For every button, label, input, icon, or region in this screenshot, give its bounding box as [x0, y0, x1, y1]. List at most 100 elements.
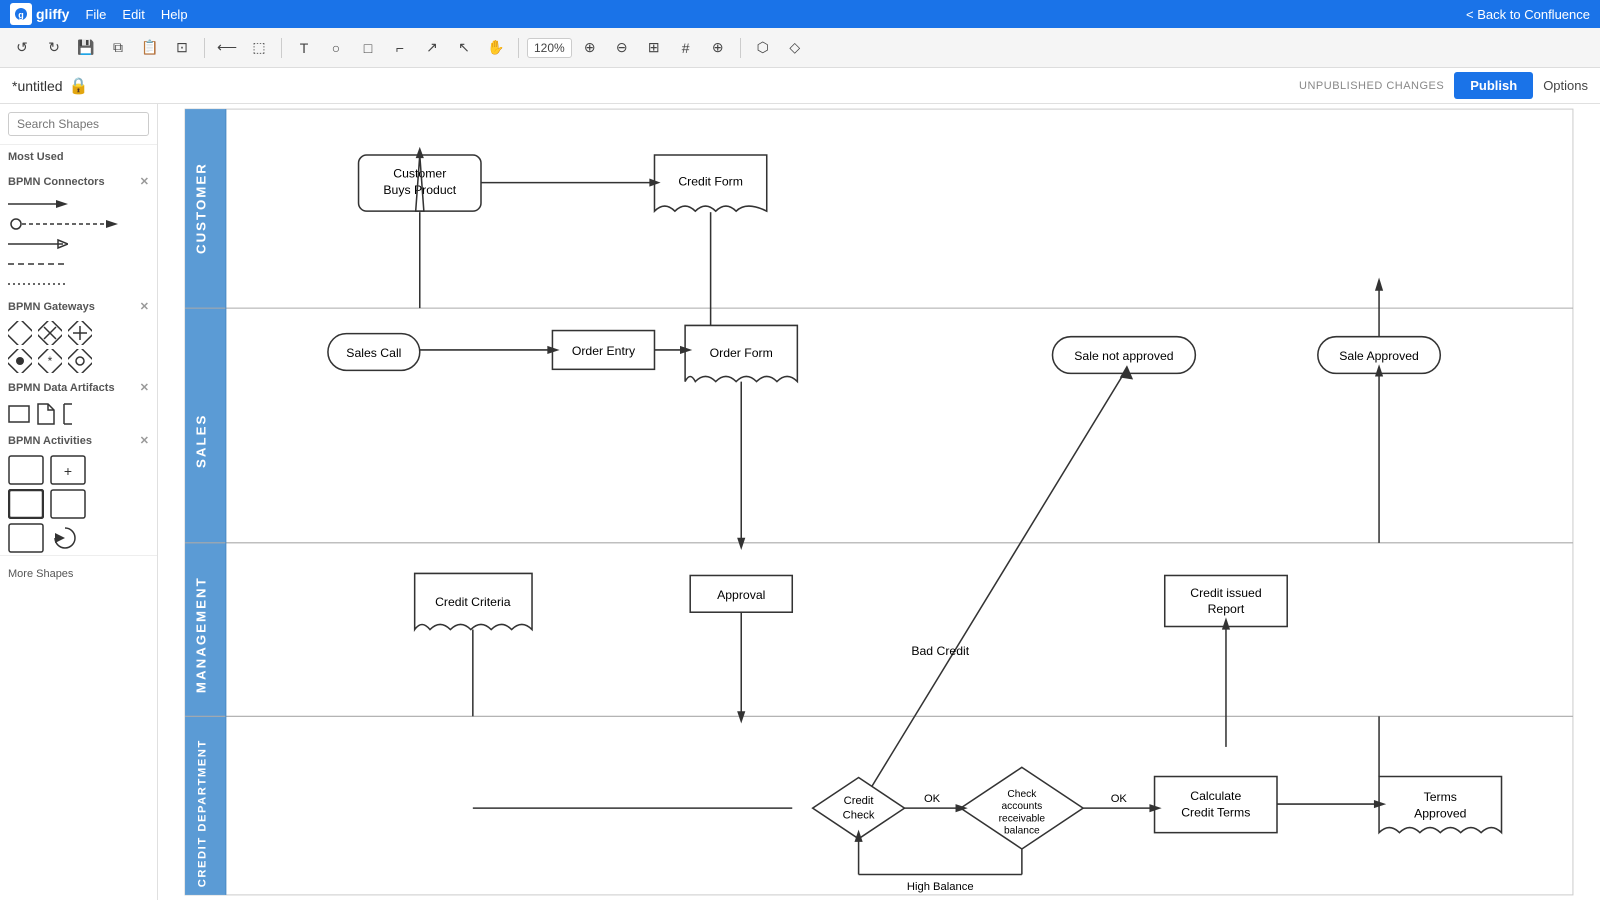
circle-tool[interactable]: ○	[322, 34, 350, 62]
call-activity-icon[interactable]	[8, 489, 44, 519]
lock-icon: 🔒	[69, 76, 89, 96]
bpmn-gateways-label: BPMN Gateways	[8, 301, 95, 313]
close-activities-icon[interactable]: ✕	[140, 434, 149, 447]
menu-bar: g gliffy File Edit Help < Back to Conflu…	[0, 0, 1600, 28]
menu-file[interactable]: File	[85, 7, 106, 22]
connector-dotted-icon	[8, 276, 68, 292]
rect-tool[interactable]: □	[354, 34, 382, 62]
diagram-svg: CUSTOMER SALES MANAGEMENT CREDIT DEPARTM…	[158, 104, 1600, 900]
title-bar-right: UNPUBLISHED CHANGES Publish Options	[1299, 72, 1588, 99]
zoom-level[interactable]: 120%	[527, 38, 572, 58]
back-to-confluence-link[interactable]: < Back to Confluence	[1466, 7, 1590, 22]
fit-page-button[interactable]: ⊞	[640, 34, 668, 62]
svg-text:g: g	[18, 10, 24, 20]
svg-text:Credit issued: Credit issued	[1190, 586, 1262, 600]
bpmn-activities-label: BPMN Activities	[8, 435, 92, 447]
select-button[interactable]: ⬚	[245, 34, 273, 62]
bpmn-data-artifacts-label: BPMN Data Artifacts	[8, 382, 115, 394]
data-object-icon[interactable]	[36, 402, 56, 426]
bpmn-data-artifacts-header[interactable]: BPMN Data Artifacts ✕	[0, 375, 157, 400]
gateway-asterisk-icon[interactable]: *	[38, 349, 62, 373]
gateway-plain-icon[interactable]	[8, 321, 32, 345]
connector-dashed-row[interactable]	[0, 254, 157, 274]
title-bar: *untitled 🔒 UNPUBLISHED CHANGES Publish …	[0, 68, 1600, 104]
svg-text:Calculate: Calculate	[1190, 789, 1241, 803]
event-activity-icon[interactable]	[8, 523, 44, 553]
svg-text:Sale Approved: Sale Approved	[1339, 349, 1419, 363]
bpmn-connectors-label: BPMN Connectors	[8, 176, 105, 188]
pointer-button[interactable]: ⟵	[213, 34, 241, 62]
most-used-header: Most Used	[0, 145, 157, 169]
copy-button[interactable]: ⧉	[104, 34, 132, 62]
zoom-in-button[interactable]: ⊕	[576, 34, 604, 62]
search-input[interactable]	[8, 112, 149, 136]
close-data-artifacts-icon[interactable]: ✕	[140, 381, 149, 394]
publish-button[interactable]: Publish	[1454, 72, 1533, 99]
redo-button[interactable]: ↻	[40, 34, 68, 62]
logo-icon: g	[10, 3, 32, 25]
svg-text:High Balance: High Balance	[907, 881, 974, 893]
toolbar-separator-3	[518, 38, 519, 58]
gateway-circle-icon[interactable]	[8, 349, 32, 373]
options-button[interactable]: Options	[1543, 78, 1588, 93]
close-connectors-icon[interactable]: ✕	[140, 175, 149, 188]
bpmn-activities-header[interactable]: BPMN Activities ✕	[0, 428, 157, 453]
layers-button[interactable]: ⬡	[749, 34, 777, 62]
select2-tool[interactable]: ↖	[450, 34, 478, 62]
sidebar: Most Used BPMN Connectors ✕	[0, 104, 158, 900]
bottombar: More Shapes	[0, 555, 157, 590]
most-used-label: Most Used	[8, 151, 64, 163]
bpmn-gateways-header[interactable]: BPMN Gateways ✕	[0, 294, 157, 319]
svg-text:Terms: Terms	[1424, 790, 1457, 804]
connector-solid-plain-row[interactable]	[0, 234, 157, 254]
data-store-icon[interactable]	[8, 402, 30, 426]
svg-text:*: *	[48, 354, 53, 368]
menu-help[interactable]: Help	[161, 7, 188, 22]
sidebar-search-container	[0, 104, 157, 145]
svg-text:Credit Terms: Credit Terms	[1181, 805, 1250, 819]
task-icon[interactable]	[8, 455, 44, 485]
line-tool[interactable]: ⌐	[386, 34, 414, 62]
subprocess-icon[interactable]: +	[50, 455, 86, 485]
hand-tool[interactable]: ✋	[482, 34, 510, 62]
close-gateways-icon[interactable]: ✕	[140, 300, 149, 313]
svg-text:Sales Call: Sales Call	[346, 346, 401, 360]
bpmn-connectors-header[interactable]: BPMN Connectors ✕	[0, 169, 157, 194]
diagram-canvas[interactable]: CUSTOMER SALES MANAGEMENT CREDIT DEPARTM…	[158, 104, 1600, 900]
arrow-tool[interactable]: ↗	[418, 34, 446, 62]
gateway-x-icon[interactable]	[38, 321, 62, 345]
text-tool[interactable]: T	[290, 34, 318, 62]
document-title[interactable]: *untitled	[12, 78, 63, 94]
paste-button[interactable]: 📋	[136, 34, 164, 62]
connector-solid-arrow-row[interactable]	[0, 194, 157, 214]
svg-text:balance: balance	[1004, 826, 1040, 837]
undo-button[interactable]: ↺	[8, 34, 36, 62]
toolbar: ↺ ↻ 💾 ⧉ 📋 ⊡ ⟵ ⬚ T ○ □ ⌐ ↗ ↖ ✋ 120% ⊕ ⊖ ⊞…	[0, 28, 1600, 68]
loop-icon[interactable]	[50, 523, 80, 553]
add-button[interactable]: ⊕	[704, 34, 732, 62]
connector-solid-plain-icon	[8, 236, 68, 252]
connector-circle-dash-row[interactable]	[0, 214, 157, 234]
svg-text:OK: OK	[924, 793, 941, 805]
menu-edit[interactable]: Edit	[122, 7, 144, 22]
svg-text:+: +	[64, 463, 72, 479]
shapes-button[interactable]: ◇	[781, 34, 809, 62]
grid-button[interactable]: #	[672, 34, 700, 62]
save-button[interactable]: 💾	[72, 34, 100, 62]
svg-text:Check: Check	[1007, 789, 1037, 800]
toolbar-separator-4	[740, 38, 741, 58]
annotation-icon[interactable]	[62, 402, 92, 426]
unpublished-changes-label: UNPUBLISHED CHANGES	[1299, 80, 1444, 92]
more-shapes-link[interactable]: More Shapes	[8, 568, 73, 580]
gateway-o-icon[interactable]	[68, 349, 92, 373]
gateway-plus-icon[interactable]	[68, 321, 92, 345]
app-logo: g gliffy	[10, 3, 69, 25]
clone-button[interactable]: ⊡	[168, 34, 196, 62]
connector-dotted-row[interactable]	[0, 274, 157, 294]
loop-activity-icon[interactable]	[50, 489, 86, 519]
svg-text:Bad Credit: Bad Credit	[911, 644, 969, 658]
zoom-out-button[interactable]: ⊖	[608, 34, 636, 62]
svg-text:Check: Check	[843, 809, 875, 821]
svg-text:CUSTOMER: CUSTOMER	[193, 162, 208, 254]
svg-text:Report: Report	[1208, 602, 1245, 616]
